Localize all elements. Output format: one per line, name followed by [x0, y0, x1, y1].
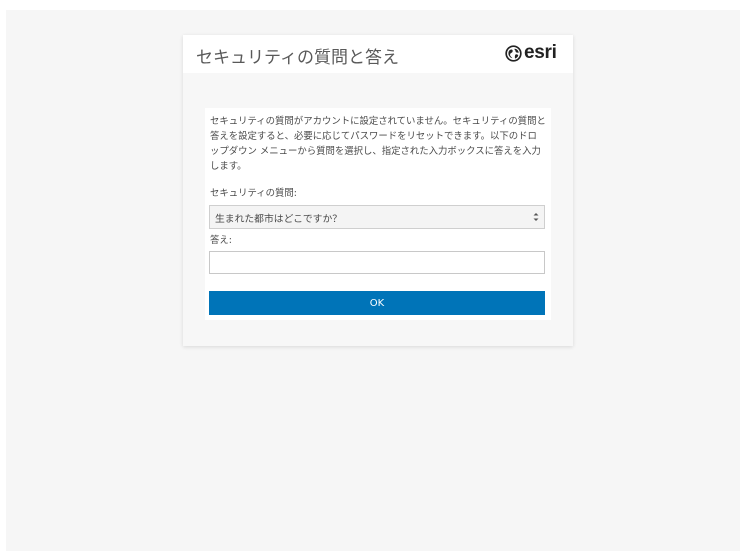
- answer-label: 答え:: [210, 235, 232, 246]
- select-arrows-icon: [533, 213, 539, 221]
- globe-icon: [505, 44, 522, 62]
- selected-question: 生まれた都市はどこですか？: [215, 214, 343, 225]
- instructions-text: セキュリティの質問がアカウントに設定されていません。セキュリティの質問と答えを設…: [210, 116, 546, 172]
- brand-name: esri: [524, 42, 557, 63]
- esri-logo: esri: [505, 41, 557, 65]
- dialog-header: セキュリティの質問と答え esri: [183, 35, 573, 73]
- question-label: セキュリティの質問:: [210, 188, 297, 199]
- security-question-dialog: セキュリティの質問と答え esri セキュリティの質問がアカウントに設定されてい…: [183, 35, 573, 346]
- ok-button[interactable]: OK: [209, 291, 545, 315]
- security-question-select[interactable]: 生まれた都市はどこですか？: [209, 205, 545, 229]
- dialog-title: セキュリティの質問と答え: [196, 48, 399, 68]
- answer-input[interactable]: [209, 251, 545, 274]
- form-panel: セキュリティの質問がアカウントに設定されていません。セキュリティの質問と答えを設…: [205, 108, 551, 320]
